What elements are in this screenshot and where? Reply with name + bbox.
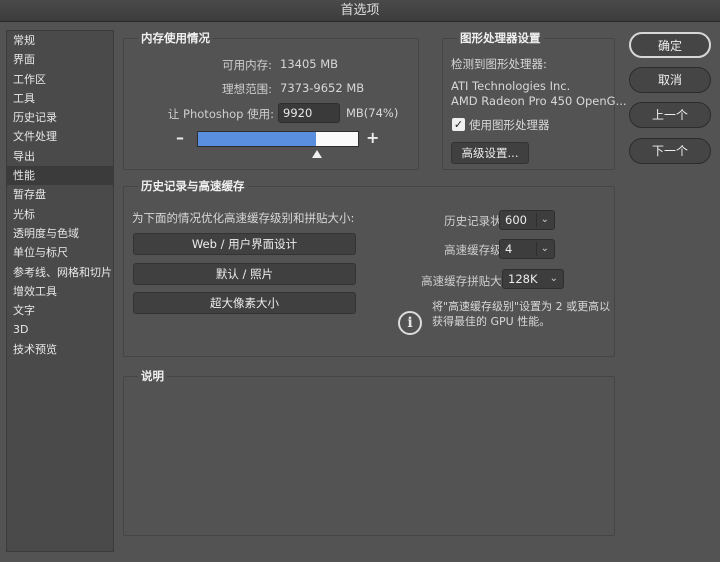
sidebar-item[interactable]: 光标: [7, 205, 113, 224]
available-memory-label: 可用内存:: [222, 58, 272, 72]
memory-slider-fill: [198, 132, 317, 146]
use-gpu-checkbox[interactable]: ✓: [452, 118, 465, 131]
previous-button[interactable]: 上一个: [629, 102, 711, 128]
sidebar-item[interactable]: 单位与标尺: [7, 243, 113, 262]
window-title: 首选项: [0, 0, 720, 22]
memory-usage-title: 内存使用情况: [138, 30, 213, 46]
gpu-tip-line2: 获得最佳的 GPU 性能。: [432, 315, 551, 328]
gpu-settings-title: 图形处理器设置: [457, 30, 544, 46]
chevron-down-icon: ⌄: [540, 214, 549, 225]
ok-button[interactable]: 确定: [629, 32, 711, 58]
sidebar: 常规 界面 工作区 工具 历史记录 文件处理 导出 性能 暂存盘 光标 透明度与色域 单位与标尺 参考线…: [6, 30, 114, 552]
sidebar-item[interactable]: 文字: [7, 301, 113, 320]
gpu-settings-group: 图形处理器设置 检测到图形处理器: ATI Technologies Inc. …: [442, 30, 627, 170]
memory-usage-group: 内存使用情况 可用内存: 13405 MB 理想范围: 7373-9652 MB…: [123, 30, 419, 170]
memory-slider-thumb[interactable]: [311, 150, 322, 158]
gpu-tip-line1: 将"高速缓存级别"设置为 2 或更高以: [432, 300, 611, 313]
chevron-down-icon: ⌄: [540, 243, 549, 254]
memory-use-input[interactable]: 9920: [278, 103, 340, 123]
gpu-vendor: ATI Technologies Inc.: [451, 79, 571, 93]
gpu-model: AMD Radeon Pro 450 OpenG...: [451, 94, 627, 108]
sidebar-item[interactable]: 文件处理: [7, 127, 113, 146]
sidebar-item[interactable]: 工具: [7, 89, 113, 108]
next-button[interactable]: 下一个: [629, 138, 711, 164]
description-group: 说明: [123, 368, 615, 536]
history-states-select[interactable]: 600 ⌄: [499, 210, 555, 230]
cache-tile-size-select[interactable]: 128K ⌄: [502, 269, 564, 289]
sidebar-item[interactable]: 3D: [7, 320, 113, 339]
sidebar-item[interactable]: 技术预览: [7, 340, 113, 359]
preset-huge-pixel-button[interactable]: 超大像素大小: [133, 292, 356, 314]
preset-web-ui-button[interactable]: Web / 用户界面设计: [133, 233, 356, 255]
photoshop-use-label: 让 Photoshop 使用:: [167, 107, 274, 121]
description-title: 说明: [138, 368, 167, 384]
available-memory-value: 13405 MB: [280, 57, 339, 71]
sidebar-item[interactable]: 增效工具: [7, 282, 113, 301]
sidebar-item[interactable]: 参考线、网格和切片: [7, 263, 113, 282]
ideal-range-label: 理想范围:: [222, 82, 272, 96]
memory-use-unit: MB(74%): [346, 106, 399, 120]
cache-levels-select[interactable]: 4 ⌄: [499, 239, 555, 259]
use-gpu-label: 使用图形处理器: [469, 118, 550, 132]
cache-levels-value: 4: [505, 242, 513, 256]
info-icon: i: [398, 311, 422, 335]
ideal-range-value: 7373-9652 MB: [280, 81, 365, 95]
advanced-settings-button[interactable]: 高级设置...: [451, 142, 529, 164]
sidebar-item[interactable]: 界面: [7, 50, 113, 69]
sidebar-item[interactable]: 常规: [7, 31, 113, 50]
increase-memory-button[interactable]: +: [366, 128, 379, 147]
history-states-value: 600: [505, 213, 527, 227]
history-cache-group: 历史记录与高速缓存 为下面的情况优化高速缓存级别和拼贴大小: Web / 用户界…: [123, 178, 615, 357]
sidebar-item[interactable]: 导出: [7, 147, 113, 166]
cancel-button[interactable]: 取消: [629, 67, 711, 93]
chevron-down-icon: ⌄: [549, 273, 558, 284]
sidebar-item[interactable]: 暂存盘: [7, 185, 113, 204]
preset-default-photo-button[interactable]: 默认 / 照片: [133, 263, 356, 285]
decrease-memory-button[interactable]: –: [176, 128, 184, 147]
cache-tile-size-value: 128K: [508, 272, 538, 286]
sidebar-item[interactable]: 透明度与色域: [7, 224, 113, 243]
sidebar-item[interactable]: 工作区: [7, 70, 113, 89]
history-cache-title: 历史记录与高速缓存: [138, 178, 248, 194]
gpu-detected-label: 检测到图形处理器:: [451, 57, 547, 71]
memory-slider[interactable]: [197, 131, 359, 147]
optimize-cache-label: 为下面的情况优化高速缓存级别和拼贴大小:: [132, 211, 355, 225]
sidebar-item[interactable]: 性能: [7, 166, 113, 186]
sidebar-item[interactable]: 历史记录: [7, 108, 113, 127]
